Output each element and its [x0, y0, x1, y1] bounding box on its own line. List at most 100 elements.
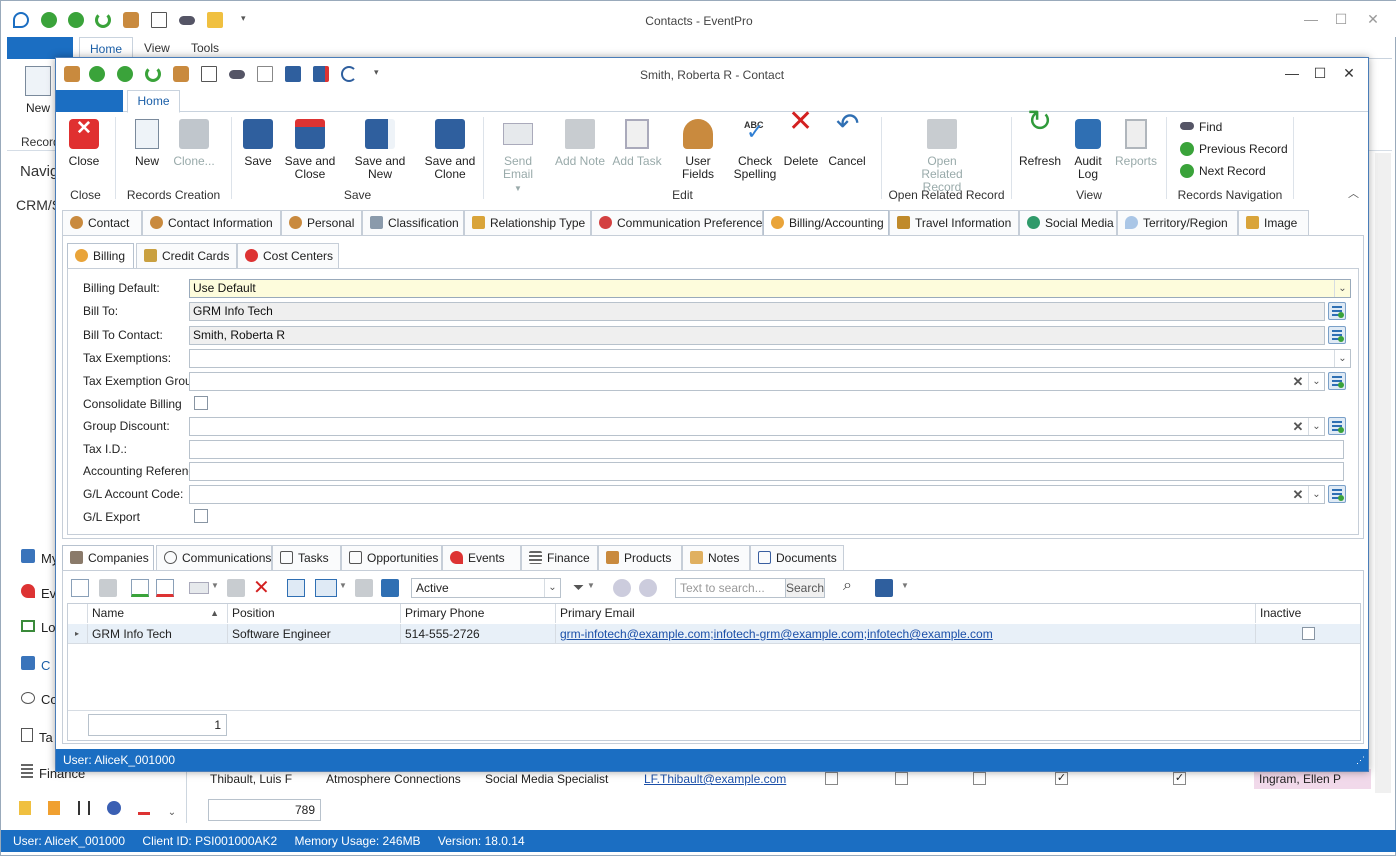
zoom-search-icon[interactable]: ⌕: [843, 577, 852, 595]
group-discount-lookup-icon[interactable]: [1328, 417, 1346, 435]
column-position[interactable]: Position: [228, 604, 401, 623]
status-filter-select[interactable]: Active ⌄: [411, 578, 561, 598]
filter-dropdown-icon[interactable]: ▼: [587, 581, 595, 590]
open-icon[interactable]: [381, 579, 399, 597]
clone-button[interactable]: Clone...: [171, 119, 217, 168]
chevron-down-icon[interactable]: ⌄: [1308, 486, 1324, 503]
close-button[interactable]: ✕ Close: [66, 119, 102, 168]
up-arrow-icon[interactable]: [613, 579, 631, 597]
tab-communications[interactable]: Communications: [156, 545, 272, 570]
nav-item-events[interactable]: Ev: [21, 584, 56, 601]
save-and-new-button[interactable]: Save and New: [342, 119, 418, 181]
maximize-icon[interactable]: ☐: [1331, 9, 1351, 29]
nav-item-crm[interactable]: C: [21, 656, 50, 673]
tree-shortcut-icon[interactable]: [48, 801, 61, 815]
delete-button[interactable]: ✕ Delete: [783, 107, 819, 168]
export-icon[interactable]: [355, 579, 373, 597]
tab-billing-accounting[interactable]: Billing/Accounting: [763, 210, 889, 236]
tab-social-media[interactable]: Social Media: [1019, 210, 1117, 235]
tab-notes[interactable]: Notes: [682, 545, 750, 570]
tab-image[interactable]: Image: [1238, 210, 1309, 235]
email-dropdown-icon[interactable]: ▼: [211, 581, 219, 590]
resize-grip-icon[interactable]: ⋰: [1356, 749, 1365, 771]
tab-contact-information[interactable]: Contact Information: [142, 210, 281, 235]
save-button[interactable]: Save: [241, 119, 275, 168]
tab-communication-preferences[interactable]: Communication Preferences: [591, 210, 768, 235]
consolidate-billing-checkbox[interactable]: [194, 396, 208, 410]
minimize-icon[interactable]: —: [1282, 63, 1302, 83]
tab-finance[interactable]: Finance: [521, 545, 598, 570]
row-email-link[interactable]: grm-infotech@example.com;infotech-grm@ex…: [560, 627, 993, 641]
nav-item-locations[interactable]: Lo: [21, 620, 55, 635]
row-name[interactable]: GRM Info Tech: [88, 624, 228, 644]
close-window-icon[interactable]: ✕: [1363, 9, 1383, 29]
column-inactive[interactable]: Inactive: [1256, 604, 1360, 623]
down-arrow-icon[interactable]: [639, 579, 657, 597]
columns-icon[interactable]: [315, 579, 337, 597]
bill-to-contact-field[interactable]: Smith, Roberta R: [189, 326, 1325, 345]
tab-cost-centers[interactable]: Cost Centers: [237, 243, 339, 268]
print-icon[interactable]: [875, 579, 893, 597]
outer-tab-tools[interactable]: Tools: [191, 41, 219, 55]
nav-item-my[interactable]: My: [21, 549, 58, 566]
print-dropdown-icon[interactable]: ▼: [901, 581, 909, 590]
table-row[interactable]: ▸ GRM Info Tech Software Engineer 514-55…: [68, 624, 1360, 644]
minimize-icon[interactable]: —: [1301, 9, 1321, 29]
bg-checkbox-checked[interactable]: ✓: [1055, 772, 1068, 785]
tab-home[interactable]: Home: [127, 90, 180, 113]
group-discount-select[interactable]: ✕ ⌄: [189, 417, 1325, 436]
bill-to-lookup-icon[interactable]: [1328, 302, 1346, 320]
chevron-down-icon[interactable]: ⌄: [544, 579, 560, 597]
new-document-icon[interactable]: [25, 66, 51, 96]
copy-row-icon[interactable]: [99, 579, 117, 597]
add-link-icon[interactable]: [131, 579, 149, 597]
reports-button[interactable]: Reports: [1114, 119, 1158, 168]
tab-products[interactable]: Products: [598, 545, 682, 570]
bg-scrollbar[interactable]: [1375, 153, 1391, 793]
grid-icon[interactable]: [287, 579, 305, 597]
tab-travel-information[interactable]: Travel Information: [889, 210, 1019, 235]
find-button[interactable]: Find: [1180, 120, 1222, 134]
tax-exemption-group-select[interactable]: ✕ ⌄: [189, 372, 1325, 391]
notes-shortcut-icon[interactable]: [19, 801, 31, 815]
tab-relationship-type[interactable]: Relationship Type: [464, 210, 591, 235]
save-and-clone-button[interactable]: Save and Clone: [424, 119, 476, 181]
open-related-record-button[interactable]: Open Related Record: [906, 119, 978, 194]
sort-shortcut-icon[interactable]: [77, 801, 90, 815]
row-position[interactable]: Software Engineer: [228, 624, 401, 644]
next-record-button[interactable]: Next Record: [1180, 164, 1266, 178]
row-inactive-checkbox[interactable]: [1302, 627, 1315, 640]
columns-dropdown-icon[interactable]: ▼: [339, 581, 347, 590]
chevron-down-icon[interactable]: ⌄: [1334, 280, 1350, 297]
envelope-icon[interactable]: [189, 582, 209, 594]
tab-companies[interactable]: Companies: [62, 545, 154, 571]
chevron-down-icon[interactable]: ⌄: [1308, 373, 1324, 390]
collapse-ribbon-icon[interactable]: ︿: [1348, 185, 1359, 201]
tab-territory-region[interactable]: Territory/Region: [1117, 210, 1238, 235]
refresh-button[interactable]: ↻ Refresh: [1018, 107, 1062, 168]
accounting-reference-field[interactable]: [189, 462, 1344, 481]
clear-icon[interactable]: ✕: [1290, 486, 1306, 503]
user-fields-button[interactable]: User Fields: [668, 119, 728, 181]
tax-id-field[interactable]: [189, 440, 1344, 459]
gl-account-code-lookup-icon[interactable]: [1328, 485, 1346, 503]
bg-checkbox[interactable]: [825, 772, 838, 785]
audit-log-button[interactable]: Audit Log: [1068, 119, 1108, 181]
bill-to-field[interactable]: GRM Info Tech: [189, 302, 1325, 321]
bg-checkbox[interactable]: [895, 772, 908, 785]
contact-app-menu-button[interactable]: [56, 90, 123, 112]
gl-account-code-select[interactable]: ✕ ⌄: [189, 485, 1325, 504]
tab-classification[interactable]: Classification: [362, 210, 464, 235]
billing-default-select[interactable]: Use Default ⌄: [189, 279, 1351, 298]
row-phone[interactable]: 514-555-2726: [401, 624, 556, 644]
chevron-down-icon[interactable]: ⌄: [1308, 418, 1324, 435]
app-menu-button[interactable]: [7, 37, 73, 59]
column-primary-email[interactable]: Primary Email: [556, 604, 1256, 623]
clear-icon[interactable]: ✕: [1290, 418, 1306, 435]
chart-shortcut-icon[interactable]: [138, 801, 151, 815]
new-row-icon[interactable]: [71, 579, 89, 597]
bg-checkbox-checked[interactable]: ✓: [1173, 772, 1186, 785]
tab-contact[interactable]: Contact: [62, 210, 142, 235]
add-task-button[interactable]: Add Task: [612, 119, 662, 168]
column-name[interactable]: Name ▲: [88, 604, 228, 623]
